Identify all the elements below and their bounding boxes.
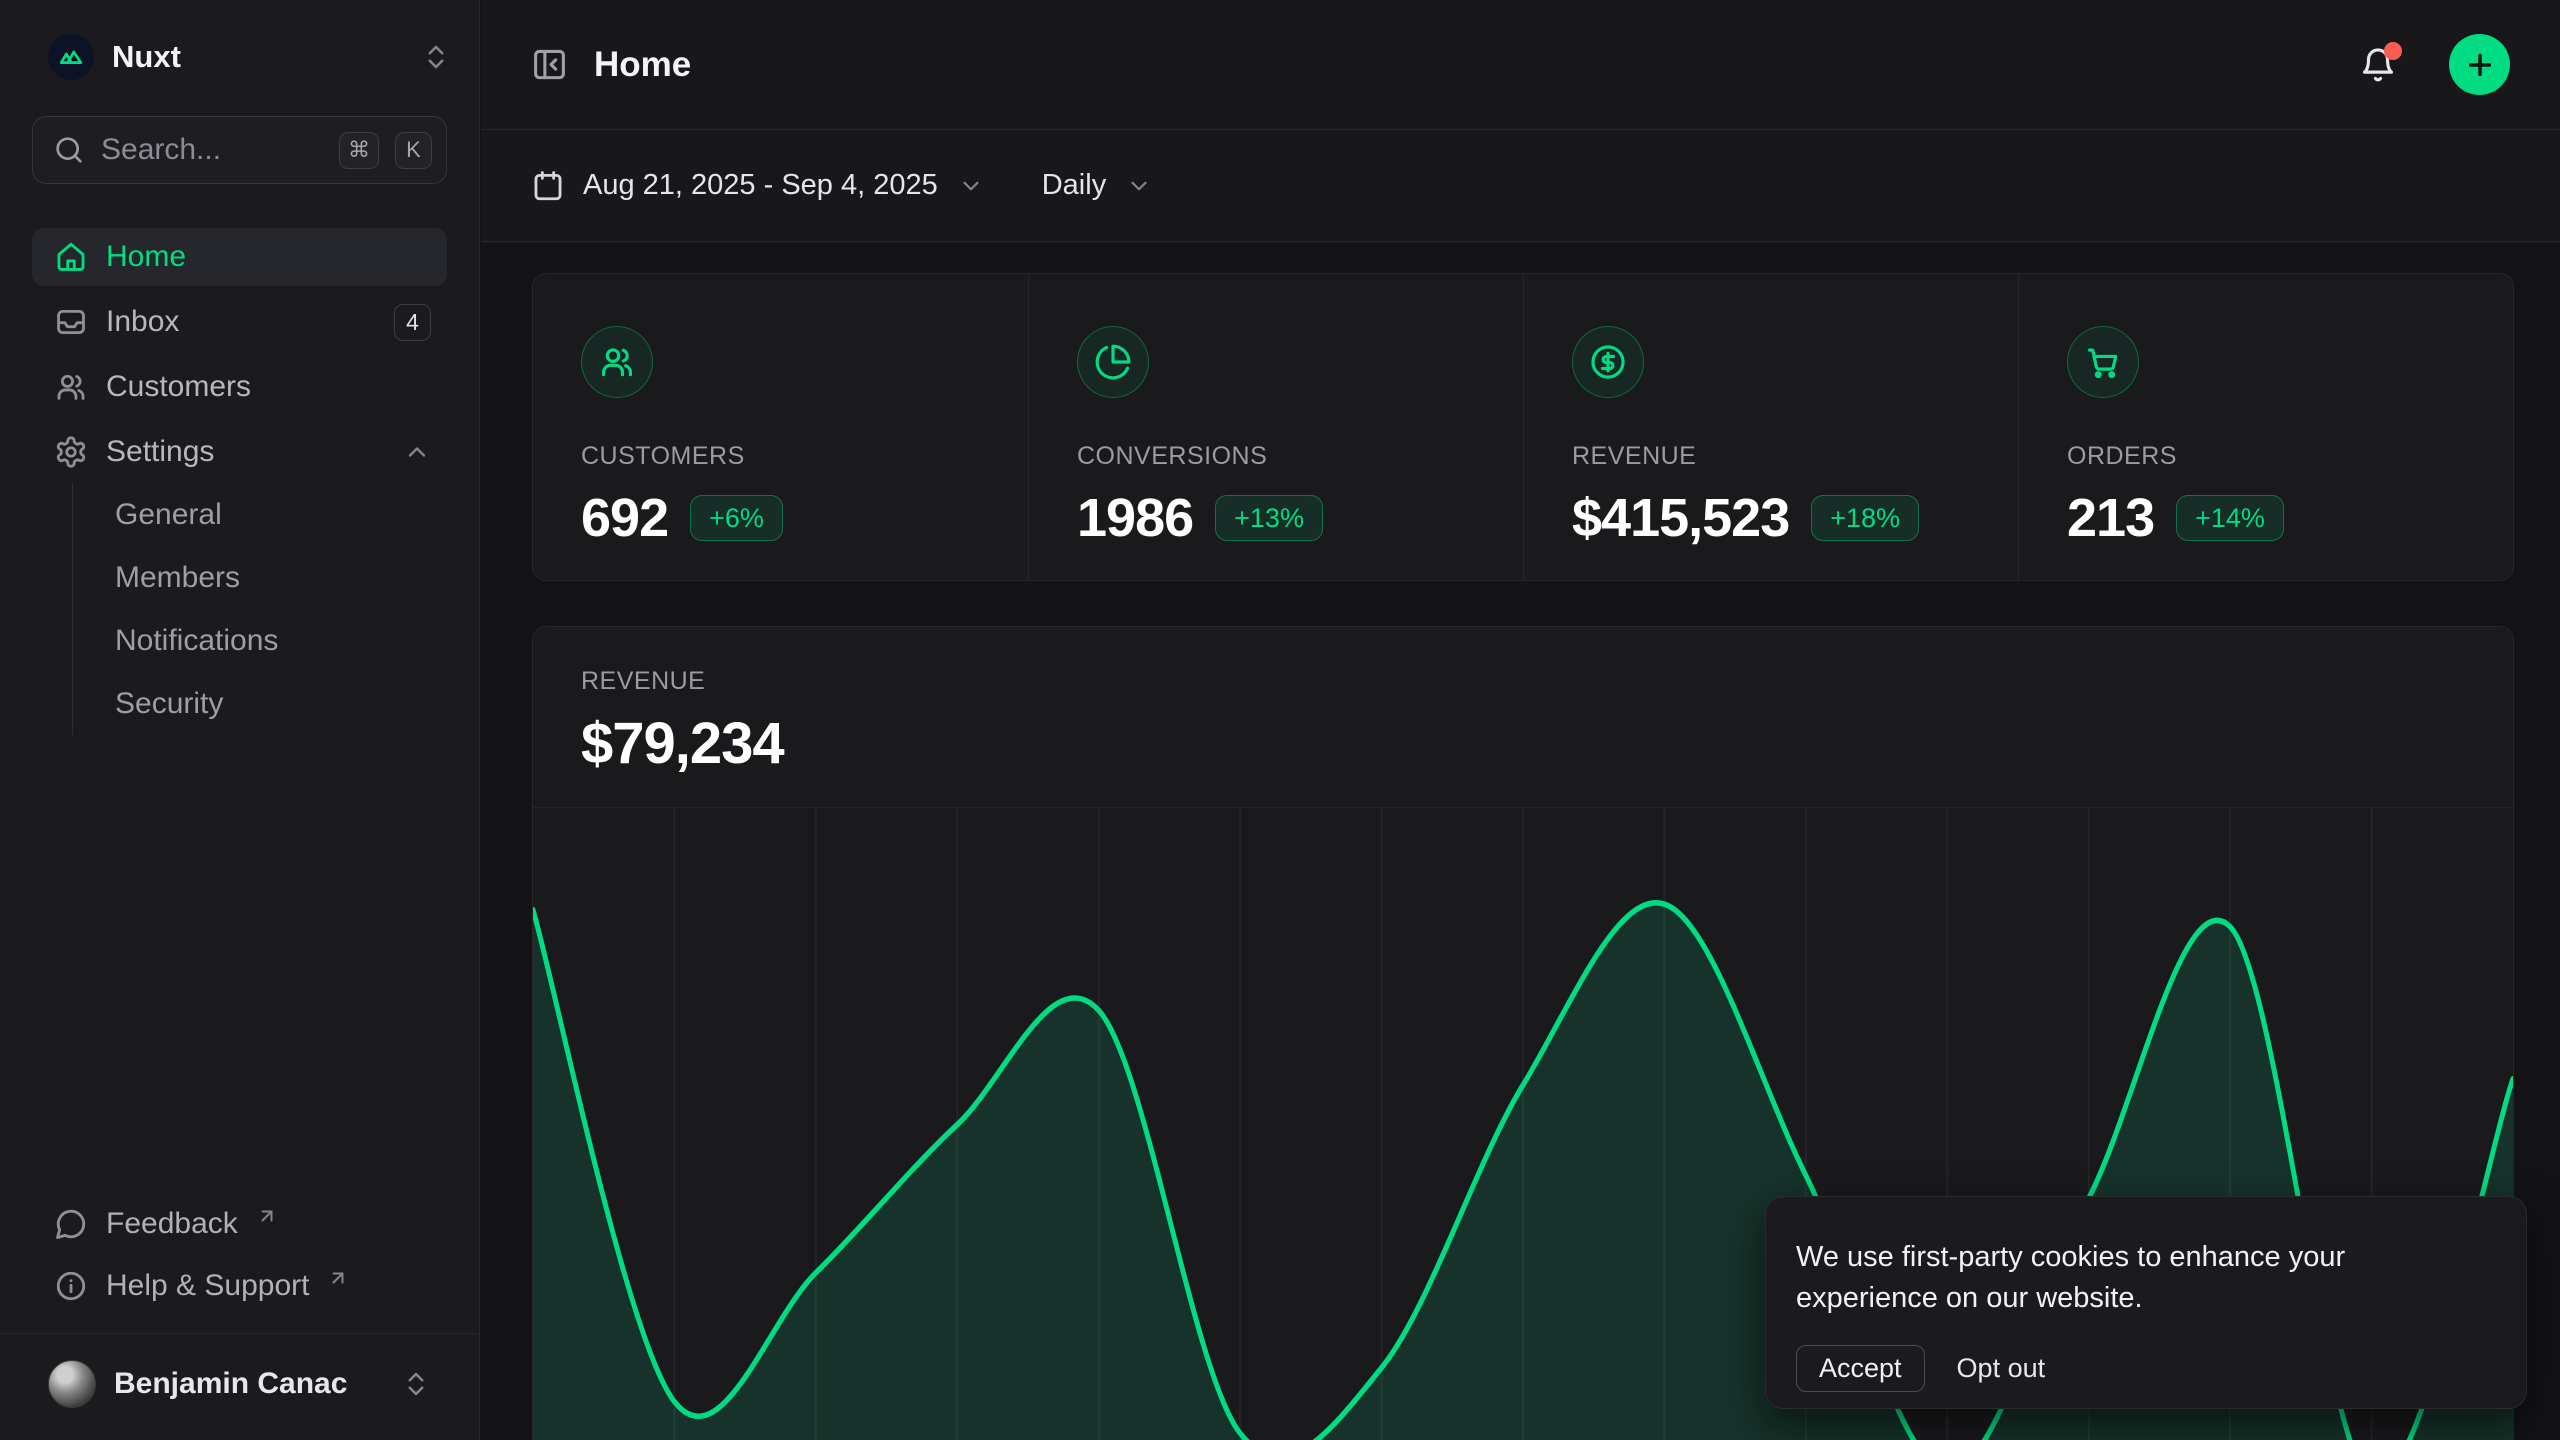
optout-cookies-button[interactable]: Opt out [1957,1353,2046,1384]
page-header: Home [481,0,2560,130]
users-icon [54,370,88,404]
filters-toolbar: Aug 21, 2025 - Sep 4, 2025 Daily [481,130,2560,242]
search-placeholder: Search... [101,133,323,167]
sidebar-item-feedback[interactable]: Feedback [32,1195,447,1253]
home-icon [54,240,88,274]
stat-delta-badge: +14% [2176,495,2284,541]
sidebar-item-label: Home [106,240,431,274]
date-range-label: Aug 21, 2025 - Sep 4, 2025 [583,169,938,202]
stat-card-revenue: REVENUE $415,523 +18% [1523,274,2018,580]
sidebar-item-label: Help & Support [106,1269,309,1303]
pie-chart-icon [1077,326,1149,398]
sidebar-item-label: Settings [106,435,385,469]
kbd-k: K [395,132,432,169]
stat-card-orders: ORDERS 213 +14% [2018,274,2513,580]
sidebar-nav: Home Inbox 4 Customers Settings [32,228,447,481]
chevrons-up-down-icon [421,42,451,72]
stat-delta-badge: +6% [690,495,783,541]
stat-label: REVENUE [1572,442,1970,471]
sidebar-item-inbox[interactable]: Inbox 4 [32,293,447,351]
user-menu[interactable]: Benjamin Canac [32,1348,447,1420]
sidebar-footer: Feedback Help & Support [0,1195,479,1333]
external-link-icon [258,1207,276,1225]
sidebar-item-help-support[interactable]: Help & Support [32,1257,447,1315]
inbox-icon [54,305,88,339]
chevron-down-icon [1126,173,1152,199]
sidebar-item-label: Customers [106,370,431,404]
nuxt-logo-icon [48,34,94,80]
notifications-button[interactable] [2359,46,2397,84]
users-icon [581,326,653,398]
cookie-banner: We use first-party cookies to enhance yo… [1765,1196,2527,1409]
sidebar-item-general[interactable]: General [113,483,447,546]
page-title: Home [594,45,2333,85]
stat-delta-badge: +18% [1811,495,1919,541]
stat-value: 692 [581,487,668,549]
revenue-card-label: REVENUE [581,667,2465,696]
avatar [48,1360,96,1408]
sidebar-item-notifications[interactable]: Notifications [113,609,447,672]
stats-row: CUSTOMERS 692 +6% CONVERSIONS 1986 +13% [532,273,2514,581]
kbd-cmd: ⌘ [339,132,379,169]
notification-dot [2384,42,2402,60]
date-range-picker[interactable]: Aug 21, 2025 - Sep 4, 2025 [531,169,984,203]
user-name: Benjamin Canac [114,1367,383,1401]
sidebar-collapse-icon[interactable] [531,46,568,83]
inbox-count-badge: 4 [394,304,431,341]
search-icon [53,134,85,166]
stat-label: CONVERSIONS [1077,442,1475,471]
accept-cookies-button[interactable]: Accept [1796,1345,1925,1392]
gear-icon [54,435,88,469]
stat-card-customers: CUSTOMERS 692 +6% [533,274,1028,580]
sidebar-item-security[interactable]: Security [113,672,447,735]
sidebar-item-label: Feedback [106,1207,238,1241]
sidebar-item-home[interactable]: Home [32,228,447,286]
chevron-down-icon [958,173,984,199]
sidebar: Nuxt Search... ⌘ K Home Inbox 4 [0,0,480,1440]
message-circle-icon [54,1207,88,1241]
sidebar-item-members[interactable]: Members [113,546,447,609]
calendar-icon [531,169,565,203]
sidebar-item-customers[interactable]: Customers [32,358,447,416]
search-input[interactable]: Search... ⌘ K [32,116,447,184]
cart-icon [2067,326,2139,398]
revenue-card-total: $79,234 [581,710,2465,777]
stat-label: ORDERS [2067,442,2465,471]
stat-value: 1986 [1077,487,1193,549]
brand-name: Nuxt [112,39,403,75]
cookie-message: We use first-party cookies to enhance yo… [1796,1237,2482,1319]
chevrons-up-down-icon [401,1369,431,1399]
stat-delta-badge: +13% [1215,495,1323,541]
stat-card-conversions: CONVERSIONS 1986 +13% [1028,274,1523,580]
external-link-icon [329,1269,347,1287]
add-button[interactable] [2449,34,2510,95]
stat-value: $415,523 [1572,487,1789,549]
settings-submenu: General Members Notifications Security [72,483,447,735]
stat-label: CUSTOMERS [581,442,980,471]
sidebar-item-settings[interactable]: Settings [32,423,447,481]
period-select[interactable]: Daily [1042,169,1152,202]
dollar-circle-icon [1572,326,1644,398]
info-circle-icon [54,1269,88,1303]
period-label: Daily [1042,169,1106,202]
team-switcher[interactable]: Nuxt [0,0,479,110]
sidebar-item-label: Inbox [106,305,376,339]
stat-value: 213 [2067,487,2154,549]
chevron-up-icon [403,438,431,466]
